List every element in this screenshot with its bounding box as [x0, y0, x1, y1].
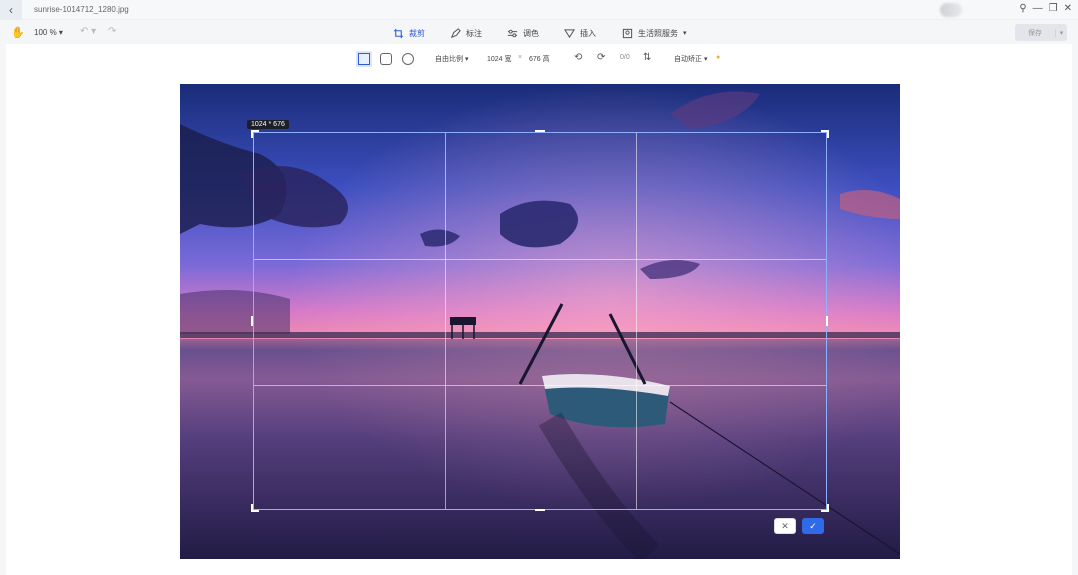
file-name: sunrise-1014712_1280.jpg — [34, 5, 129, 14]
crop-toolbar: 自由比例 ▾ 1024 宽 × 676 高 ⟲ ⟳ 0/0 ⇅ 自动矫正 ▾ ● — [6, 44, 1072, 74]
tab-insert[interactable]: 插入 — [564, 26, 596, 40]
check-icon: ✓ — [809, 520, 817, 531]
pin-icon[interactable]: ⚲ — [1019, 3, 1026, 14]
back-button[interactable]: ‹ — [0, 0, 22, 20]
photo-service-icon — [622, 28, 633, 38]
crop-handle-bottom-left[interactable] — [251, 504, 259, 512]
grid-line — [445, 133, 446, 509]
chevron-down-icon: ▾ — [683, 30, 687, 37]
title-bar: ‹ sunrise-1014712_1280.jpg ⚲ — ❐ ✕ — [0, 0, 1078, 20]
chevron-left-icon: ‹ — [9, 3, 13, 17]
crop-handle-bottom[interactable] — [535, 509, 545, 511]
crop-handle-left[interactable] — [251, 316, 253, 326]
circle-crop-shape[interactable] — [402, 53, 414, 65]
window-controls: ⚲ — ❐ ✕ — [1019, 3, 1072, 14]
tab-photo-service[interactable]: 生活照服务 ▾ — [622, 26, 687, 40]
crop-size-label: 1024 * 676 — [247, 120, 289, 129]
crop-handle-top-right[interactable] — [821, 130, 829, 138]
restore-icon[interactable]: ❐ — [1049, 3, 1058, 14]
grid-line — [636, 133, 637, 509]
ratio-select[interactable]: 自由比例 ▾ — [435, 54, 468, 64]
crop-handle-right[interactable] — [826, 316, 828, 326]
insert-icon — [564, 28, 575, 38]
tab-annotate[interactable]: 标注 — [450, 26, 482, 40]
confirm-crop-button[interactable]: ✓ — [802, 518, 824, 534]
save-button[interactable]: 保存 ▾ — [1015, 24, 1067, 41]
crop-handle-bottom-right[interactable] — [821, 504, 829, 512]
flip-icon[interactable]: ⇅ — [643, 52, 651, 63]
auto-correct-select[interactable]: 自动矫正 ▾ — [674, 54, 707, 64]
crop-icon — [393, 28, 404, 38]
rect-crop-shape[interactable] — [356, 51, 372, 67]
times-sign: × — [518, 54, 523, 61]
width-field[interactable]: 1024 宽 — [487, 54, 512, 64]
crop-handle-top[interactable] — [535, 130, 545, 132]
cancel-crop-button[interactable]: ✕ — [774, 518, 796, 534]
grid-line — [254, 259, 826, 260]
height-field[interactable]: 676 高 — [529, 54, 550, 64]
vip-icon: ● — [716, 54, 721, 61]
avatar[interactable] — [940, 3, 962, 17]
grid-line — [254, 385, 826, 386]
tab-crop[interactable]: 裁剪 — [393, 26, 425, 40]
rotate-left-icon[interactable]: ⟲ — [574, 52, 582, 63]
crop-frame[interactable] — [253, 132, 827, 510]
close-icon: ✕ — [781, 520, 789, 531]
tab-adjust[interactable]: 调色 — [507, 26, 539, 40]
rotation-value: 0/0 — [620, 54, 630, 61]
annotate-icon — [450, 27, 461, 38]
rotate-right-icon[interactable]: ⟳ — [597, 52, 605, 63]
main-tabs: 裁剪 标注 调色 插入 生活照服务 ▾ — [0, 22, 1078, 44]
close-icon[interactable]: ✕ — [1064, 3, 1072, 14]
minimize-icon[interactable]: — — [1033, 3, 1043, 14]
rounded-crop-shape[interactable] — [380, 53, 392, 65]
adjust-icon — [507, 29, 518, 37]
chevron-down-icon[interactable]: ▾ — [1055, 28, 1067, 37]
crop-handle-top-left[interactable] — [251, 130, 259, 138]
